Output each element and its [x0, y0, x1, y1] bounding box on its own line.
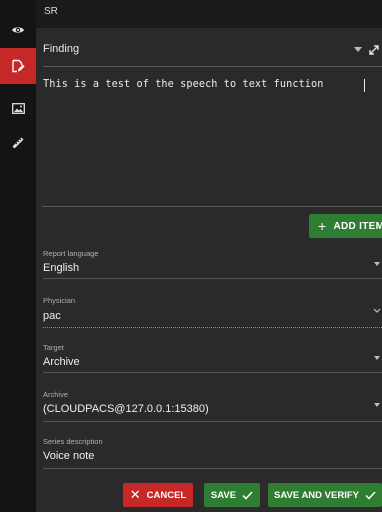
chevron-down-icon — [374, 262, 380, 266]
structured-report-panel: SR Finding This is a test of the speech … — [36, 0, 382, 512]
finding-divider — [43, 66, 382, 67]
plus-icon: + — [318, 218, 327, 234]
report-language-label: Report language — [43, 249, 99, 258]
side-toolbar — [0, 0, 36, 512]
image-icon — [11, 102, 25, 114]
add-item-label: ADD ITEM — [333, 220, 382, 232]
expand-icon[interactable] — [368, 44, 380, 56]
finding-text-editor[interactable]: This is a test of the speech to text fun… — [42, 70, 382, 206]
archive-label: Archive — [43, 390, 69, 399]
target-select[interactable]: Target Archive — [43, 343, 382, 373]
report-edit-icon — [12, 59, 25, 73]
save-and-verify-button[interactable]: SAVE AND VERIFY — [268, 483, 382, 507]
chevron-down-icon — [374, 356, 380, 360]
series-description-label: Series description — [43, 437, 103, 446]
finding-select[interactable]: Finding — [36, 36, 382, 66]
ruler-icon — [12, 137, 24, 149]
physician-select[interactable]: Physician pac — [43, 296, 382, 328]
chevron-down-icon — [354, 47, 362, 52]
check-icon — [365, 490, 376, 500]
field-divider — [43, 421, 382, 422]
save-and-verify-label: SAVE AND VERIFY — [274, 489, 359, 501]
text-cursor — [364, 79, 365, 92]
editor-divider — [42, 206, 382, 207]
panel-title-bar: SR — [36, 0, 382, 28]
report-language-select[interactable]: Report language English — [43, 249, 382, 279]
finding-label: Finding — [43, 43, 80, 55]
series-description-field[interactable]: Series description Voice note — [43, 437, 382, 469]
add-item-button[interactable]: + ADD ITEM — [309, 214, 382, 238]
images-button[interactable] — [0, 90, 36, 126]
field-divider — [43, 372, 382, 373]
cancel-button[interactable]: ✕ CANCEL — [123, 483, 193, 507]
report-language-value: English — [43, 262, 80, 274]
editor-text: This is a test of the speech to text fun… — [43, 79, 324, 90]
chevron-down-icon — [374, 403, 380, 407]
save-label: SAVE — [210, 489, 237, 501]
check-icon — [242, 490, 253, 500]
field-divider — [43, 278, 382, 279]
eye-icon — [12, 27, 24, 33]
measure-button[interactable] — [0, 125, 36, 161]
cancel-label: CANCEL — [146, 489, 187, 501]
physician-value: pac — [43, 310, 61, 322]
series-description-value: Voice note — [43, 450, 95, 462]
save-button[interactable]: SAVE — [204, 483, 260, 507]
archive-select[interactable]: Archive (CLOUDPACS@127.0.0.1:15380) — [43, 390, 382, 422]
report-button[interactable] — [0, 48, 36, 84]
field-divider — [43, 327, 382, 328]
view-toggle-button[interactable] — [0, 12, 36, 48]
target-label: Target — [43, 343, 64, 352]
field-divider — [43, 468, 382, 469]
target-value: Archive — [43, 356, 80, 368]
archive-value: (CLOUDPACS@127.0.0.1:15380) — [43, 403, 209, 415]
close-icon: ✕ — [129, 487, 141, 502]
panel-title: SR — [44, 6, 58, 17]
physician-label: Physician — [43, 296, 76, 305]
